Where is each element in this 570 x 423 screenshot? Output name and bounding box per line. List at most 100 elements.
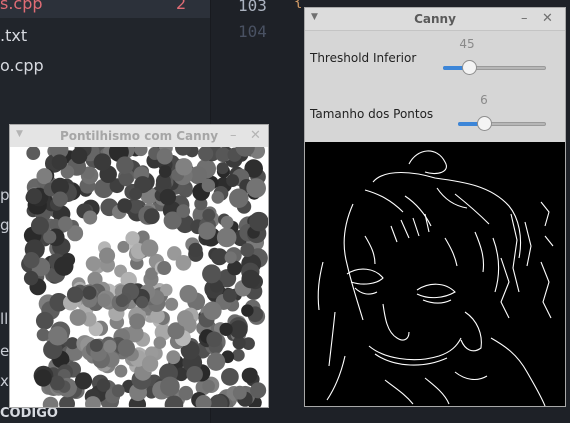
file-label: o.cpp xyxy=(0,56,44,75)
file-label: s.cpp xyxy=(0,0,43,13)
pointillism-dot xyxy=(99,247,116,264)
pointillism-dot xyxy=(116,156,134,174)
pointillism-dot xyxy=(54,256,74,276)
pointillism-dot xyxy=(117,339,136,357)
pointillism-dot xyxy=(96,378,111,392)
pointillism-dot xyxy=(220,215,234,229)
threshold-label: Threshold Inferior xyxy=(310,51,417,65)
pointillism-dot xyxy=(226,174,240,188)
pointillism-dot xyxy=(143,208,160,225)
pointillism-dot xyxy=(51,154,68,170)
pointillism-dot xyxy=(224,251,237,264)
pointillism-dot xyxy=(74,372,93,390)
pointillism-dot xyxy=(129,313,146,330)
pointillism-dot xyxy=(48,326,68,346)
pointillism-dot xyxy=(175,255,192,271)
pointillism-dot xyxy=(103,339,117,353)
close-icon[interactable]: ✕ xyxy=(250,128,261,143)
code-text: { xyxy=(294,0,303,10)
pointillism-dot xyxy=(34,369,52,387)
pointillism-dot xyxy=(23,251,40,269)
pointillism-dot xyxy=(219,322,233,336)
pointillism-dot xyxy=(159,188,177,206)
close-icon[interactable]: ✕ xyxy=(542,11,553,26)
line-number: 103 xyxy=(238,0,267,15)
pointillism-dot xyxy=(166,350,181,365)
file-item-s-cpp[interactable]: s.cpp 2 xyxy=(0,0,210,18)
pointillism-dot xyxy=(202,208,216,222)
pointillism-dot xyxy=(140,239,159,257)
pointillism-dot xyxy=(160,376,180,397)
pointillism-dot xyxy=(115,294,129,308)
pointillism-dot xyxy=(202,379,215,393)
pontilhismo-window[interactable]: ▼ Pontilhismo com Canny – ✕ xyxy=(9,124,269,408)
pointillism-dot xyxy=(129,187,142,201)
pointillism-dot xyxy=(179,284,198,303)
title-bar[interactable]: ▼ Canny – ✕ xyxy=(305,8,565,31)
pointillism-dot xyxy=(26,188,43,205)
canny-window[interactable]: ▼ Canny – ✕ Threshold Inferior 45 Tamanh… xyxy=(304,7,566,407)
sidebar-text: x xyxy=(0,372,9,390)
pointillism-dot xyxy=(125,231,140,246)
pointillism-dot xyxy=(241,304,254,317)
threshold-value: 45 xyxy=(459,37,475,51)
pointillism-dot xyxy=(203,301,222,321)
pointillism-dot xyxy=(30,216,49,235)
pointillism-dot xyxy=(156,148,173,165)
pointillism-dot xyxy=(249,211,268,232)
pointillism-dot xyxy=(158,165,172,178)
pointillism-dot xyxy=(35,311,54,330)
error-count-badge: 2 xyxy=(176,0,187,13)
pointillism-dot xyxy=(246,178,266,198)
pointillism-dot xyxy=(206,331,223,348)
canny-edge-image xyxy=(305,142,565,406)
pointillism-dot xyxy=(83,210,98,225)
pointillism-dot xyxy=(111,384,125,398)
pointillism-image xyxy=(10,147,268,407)
pointillism-dot xyxy=(136,296,149,309)
threshold-slider-handle[interactable] xyxy=(461,60,477,75)
pointillism-dot xyxy=(114,364,128,378)
pointillism-dot xyxy=(232,348,245,362)
pointillism-dot xyxy=(82,285,97,300)
pointillism-dot xyxy=(198,222,216,240)
pointillism-dot xyxy=(206,352,226,371)
pointillism-dot xyxy=(216,162,229,175)
minimize-icon[interactable]: – xyxy=(521,11,528,26)
pointillism-dot xyxy=(36,168,53,185)
pointillism-dot xyxy=(216,227,237,248)
pointillism-dot xyxy=(49,375,65,391)
pointillism-dot xyxy=(153,336,167,349)
pointillism-dot xyxy=(241,367,258,384)
pointillism-dot xyxy=(69,309,87,326)
pointillism-dot xyxy=(177,310,194,327)
line-number: 104 xyxy=(238,22,267,41)
pointillism-dot xyxy=(222,288,237,303)
pointillism-dot xyxy=(118,172,134,187)
pointillism-dot xyxy=(85,256,101,272)
pointillism-dot xyxy=(58,216,73,231)
title-bar[interactable]: ▼ Pontilhismo com Canny – ✕ xyxy=(10,125,268,148)
pointillism-dot xyxy=(232,385,247,400)
pointillism-dot xyxy=(36,328,50,342)
sidebar-text: ll xyxy=(0,310,9,328)
pointillism-dot xyxy=(157,261,172,276)
minimize-icon[interactable]: – xyxy=(230,128,237,143)
pointillism-dot xyxy=(141,355,159,372)
pointillism-dot xyxy=(175,158,193,176)
pointillism-dot xyxy=(66,286,84,303)
pointillism-dot xyxy=(229,188,249,209)
pointillism-dot xyxy=(165,297,179,311)
pointillism-dot xyxy=(52,191,68,207)
pointillism-dot xyxy=(250,382,267,399)
pointillism-dot xyxy=(176,204,191,218)
point-size-value: 6 xyxy=(480,93,488,107)
pointillism-dot xyxy=(240,243,255,258)
point-size-slider-handle[interactable] xyxy=(477,116,493,131)
pointillism-dot xyxy=(202,264,222,284)
sidebar-footer-label: CODIGO xyxy=(0,406,58,421)
pointillism-dot xyxy=(211,191,225,204)
pointillism-dot xyxy=(89,338,103,352)
pointillism-dot xyxy=(241,269,261,289)
pointillism-dot xyxy=(117,198,132,213)
